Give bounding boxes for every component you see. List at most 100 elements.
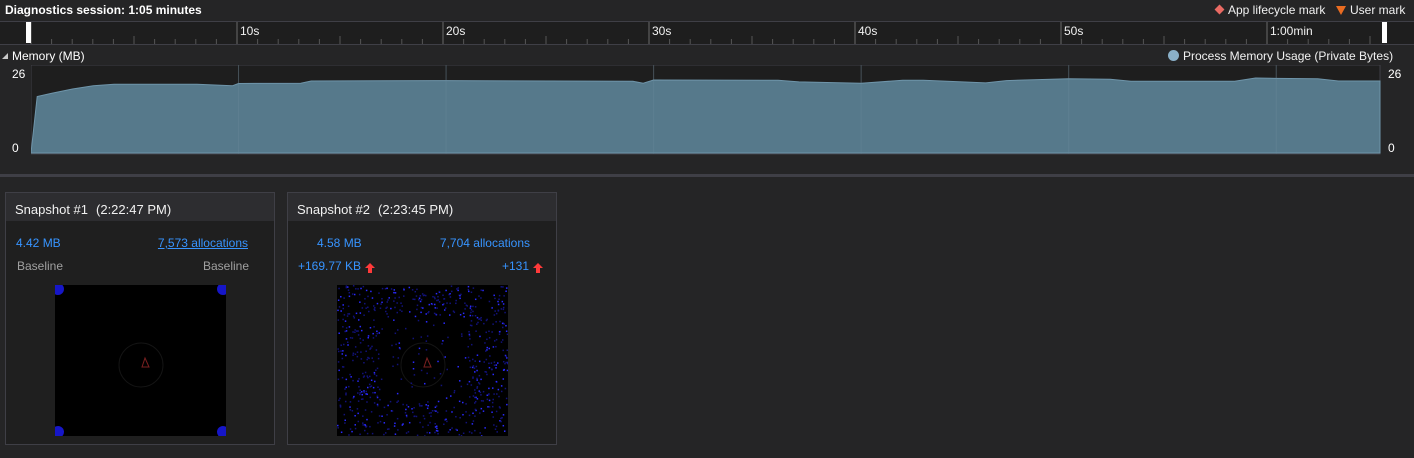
heat-speck (471, 314, 474, 317)
heat-speck (469, 366, 472, 369)
heat-speck (352, 331, 354, 333)
heat-speck (395, 343, 397, 346)
memory-usage-chart[interactable] (31, 65, 1381, 155)
heat-speck (436, 307, 438, 309)
heat-speck (442, 340, 444, 342)
heat-speck (476, 354, 479, 356)
heat-speck (421, 293, 424, 295)
heat-speck (491, 331, 493, 333)
heat-speck (400, 302, 402, 304)
snapshot-allocations-link[interactable]: 7,704 allocations (440, 236, 530, 250)
heat-speck (393, 425, 396, 427)
heat-speck (427, 312, 429, 314)
heat-speck (502, 378, 505, 380)
heat-speck (480, 378, 482, 381)
heat-speck (474, 408, 477, 411)
snapshot-size-link[interactable]: 4.42 MB (16, 236, 61, 250)
heat-speck (365, 307, 367, 309)
heat-speck (378, 415, 381, 417)
heat-speck (479, 335, 481, 338)
heat-speck (500, 420, 502, 423)
heat-speck (367, 336, 370, 339)
time-ruler[interactable]: 10s 20s 30s 40s 50s 1:00min (0, 22, 1414, 45)
range-start-handle[interactable] (26, 22, 31, 43)
heat-speck (361, 307, 364, 309)
heat-speck (446, 420, 448, 423)
heat-speck (468, 334, 471, 337)
heat-speck (443, 309, 446, 311)
heat-speck (486, 398, 489, 401)
heat-speck (420, 306, 423, 309)
heat-speck (466, 305, 469, 307)
heat-speck (478, 374, 481, 377)
heat-speck (474, 314, 477, 317)
snapshot-allocations-link[interactable]: 7,573 allocations (158, 236, 248, 250)
heat-speck (345, 354, 347, 357)
heat-speck (491, 387, 494, 389)
heat-speck (496, 393, 498, 395)
heat-speck (495, 338, 498, 341)
heat-speck (362, 339, 364, 341)
collapse-triangle-icon[interactable] (2, 53, 8, 59)
heat-speck (474, 389, 476, 391)
heat-speck (439, 314, 441, 316)
heat-speck (351, 337, 354, 339)
heat-speck (499, 320, 501, 323)
range-end-handle[interactable] (1382, 22, 1387, 43)
snapshot-thumbnail[interactable] (337, 285, 510, 438)
heat-speck (412, 337, 415, 340)
heat-speck (422, 426, 424, 428)
heat-speck (359, 389, 361, 391)
heat-speck (375, 349, 378, 351)
snapshot-size-link[interactable]: 4.58 MB (317, 236, 362, 250)
snapshot-size-diff-link[interactable]: +169.77 KB (298, 259, 376, 273)
heat-speck (502, 360, 505, 363)
heat-speck (337, 299, 340, 301)
heat-speck (362, 415, 364, 417)
heat-speck (383, 406, 386, 409)
heat-speck (347, 305, 350, 308)
heat-speck (410, 382, 413, 385)
heat-speck (337, 319, 340, 321)
heat-speck (359, 433, 361, 436)
heat-speck (364, 302, 366, 305)
heat-speck (469, 307, 472, 309)
snapshot-time: (2:22:47 PM) (96, 202, 172, 217)
heat-speck (493, 361, 496, 363)
heat-speck (475, 330, 477, 332)
heat-speck (421, 404, 423, 407)
heat-speck (396, 417, 399, 420)
heat-speck (365, 350, 367, 353)
heat-speck (436, 427, 438, 430)
snapshot-card[interactable]: Snapshot #2 (2:23:45 PM) 4.58 MB 7,704 al… (287, 192, 557, 445)
heat-speck (393, 289, 396, 291)
session-title: Diagnostics session: 1:05 minutes (5, 3, 202, 17)
heat-speck (425, 313, 427, 315)
heat-speck (493, 424, 495, 426)
heat-speck (394, 332, 397, 335)
heat-speck (470, 320, 473, 322)
heat-speck (501, 322, 504, 325)
heat-speck (345, 393, 347, 396)
heat-speck (372, 332, 374, 335)
heat-speck (495, 410, 498, 413)
heat-speck (414, 315, 417, 318)
heat-speck (366, 375, 369, 377)
snapshot-card[interactable]: Snapshot #1 (2:22:47 PM) 4.42 MB 7,573 al… (5, 192, 275, 445)
heat-speck (468, 380, 471, 383)
heat-speck (460, 293, 462, 296)
heat-speck (433, 409, 436, 412)
heat-speck (354, 424, 356, 426)
heat-speck (360, 391, 363, 393)
heat-speck (365, 425, 368, 428)
pane-splitter[interactable] (0, 174, 1414, 177)
heat-speck (497, 362, 499, 364)
heat-speck (437, 360, 439, 363)
heat-speck (386, 414, 388, 416)
heat-speck (396, 302, 398, 304)
heat-speck (354, 353, 357, 355)
snapshot-thumbnail[interactable] (52, 283, 229, 438)
heat-speck (362, 422, 364, 424)
snapshot-allocations-diff-link[interactable]: +131 (502, 259, 543, 273)
heat-speck (369, 326, 372, 329)
